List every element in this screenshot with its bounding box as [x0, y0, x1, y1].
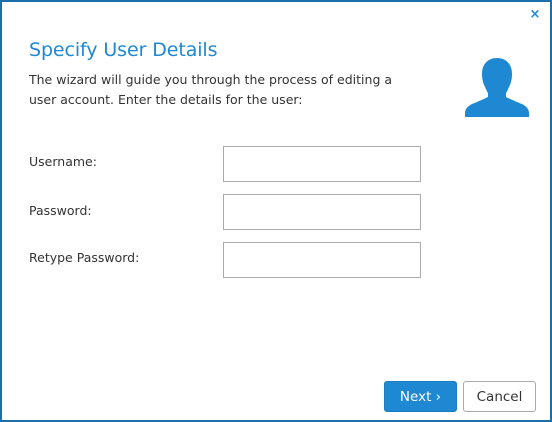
retype-password-label: Retype Password:	[29, 250, 140, 265]
retype-password-input[interactable]	[223, 242, 421, 278]
username-input[interactable]	[223, 146, 421, 182]
close-icon[interactable]: ×	[528, 7, 542, 23]
username-label: Username:	[29, 154, 97, 169]
user-silhouette-icon	[465, 58, 529, 117]
password-input[interactable]	[223, 194, 421, 230]
dialog-intro-text: The wizard will guide you through the pr…	[29, 72, 393, 107]
password-label: Password:	[29, 203, 92, 218]
dialog-title: Specify User Details	[29, 39, 218, 61]
cancel-button[interactable]: Cancel	[463, 381, 536, 412]
user-details-dialog: × Specify User Details The wizard will g…	[0, 0, 552, 422]
next-button[interactable]: Next ›	[384, 381, 457, 412]
